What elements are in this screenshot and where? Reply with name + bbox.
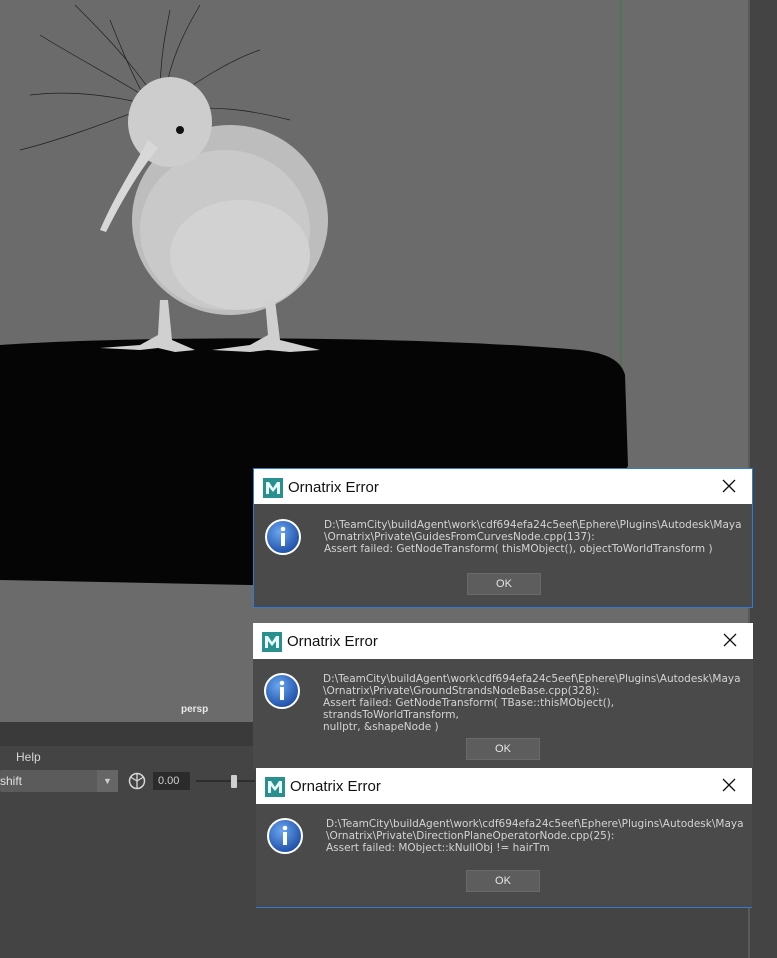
dropdown-value: shift	[0, 774, 23, 788]
slider-track[interactable]	[196, 780, 255, 782]
dialog-titlebar[interactable]: Ornatrix Error	[254, 469, 752, 504]
scene-render	[0, 0, 628, 587]
close-icon[interactable]	[720, 776, 738, 794]
ok-button[interactable]: OK	[467, 573, 541, 595]
error-message: D:\TeamCity\buildAgent\work\cdf694efa24c…	[324, 519, 742, 555]
lower-panel-right	[255, 908, 748, 958]
error-dialog-2: Ornatrix Error D:\TeamCity\buildAgent\wo…	[253, 623, 753, 769]
dialog-title: Ornatrix Error	[290, 778, 381, 795]
dialog-titlebar[interactable]: Ornatrix Error	[256, 768, 752, 804]
error-message: D:\TeamCity\buildAgent\work\cdf694efa24c…	[326, 818, 744, 854]
info-icon	[267, 818, 303, 854]
maya-logo-icon	[262, 632, 282, 652]
info-icon	[264, 673, 300, 709]
dialog-title: Ornatrix Error	[288, 479, 379, 496]
3d-viewport[interactable]: persp	[0, 0, 748, 722]
menu-help[interactable]: Help	[16, 750, 41, 764]
close-icon[interactable]	[721, 631, 739, 649]
ok-button[interactable]: OK	[466, 870, 540, 892]
camera-gizmo-icon[interactable]	[128, 772, 146, 790]
dialog-titlebar[interactable]: Ornatrix Error	[253, 623, 753, 659]
error-message: D:\TeamCity\buildAgent\work\cdf694efa24c…	[323, 673, 741, 733]
lower-panel	[0, 796, 255, 958]
slider-handle[interactable]	[231, 775, 237, 788]
maya-logo-icon	[263, 478, 283, 498]
dialog-title: Ornatrix Error	[287, 633, 378, 650]
error-dialog-3: Ornatrix Error D:\TeamCity\buildAgent\wo…	[256, 768, 752, 908]
numeric-field[interactable]: 0.00	[153, 772, 190, 790]
maya-logo-icon	[265, 777, 285, 797]
error-dialog-1: Ornatrix Error D:\TeamCity\buildAgent\wo…	[253, 468, 753, 608]
info-icon	[265, 519, 301, 555]
close-icon[interactable]	[720, 477, 738, 495]
camera-label: persp	[181, 704, 209, 715]
ok-button[interactable]: OK	[466, 738, 540, 760]
chevron-down-icon[interactable]: ▼	[97, 770, 118, 792]
